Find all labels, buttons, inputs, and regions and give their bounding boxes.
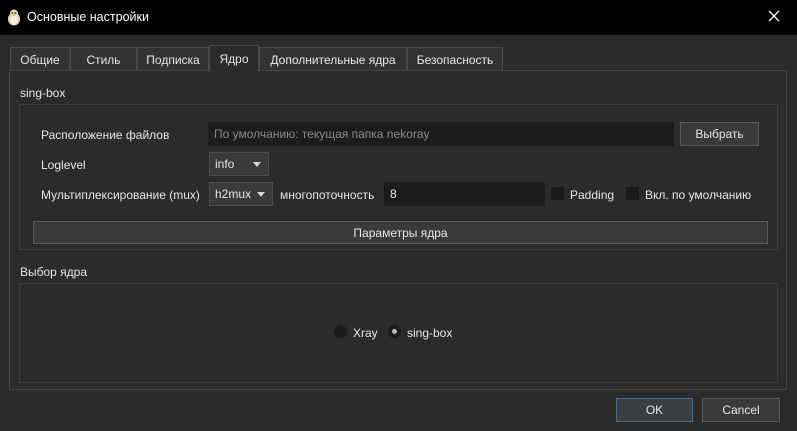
tab-security[interactable]: Безопасность — [407, 47, 503, 72]
singbox-radio[interactable] — [388, 325, 401, 338]
core-params-button[interactable]: Параметры ядра — [33, 221, 768, 244]
default-on-checkbox[interactable] — [626, 187, 639, 200]
core-select-group-title: Выбор ядра — [20, 265, 88, 279]
tab-general[interactable]: Общие — [10, 47, 70, 72]
title-bar: Основные настройки — [0, 0, 797, 35]
penguin-icon — [7, 9, 21, 26]
files-location-label: Расположение файлов — [41, 128, 170, 142]
tab-subscription[interactable]: Подписка — [137, 47, 209, 72]
browse-button[interactable]: Выбрать — [680, 122, 759, 146]
singbox-group-title: sing-box — [20, 86, 66, 100]
tab-style[interactable]: Стиль — [70, 47, 137, 72]
cancel-button[interactable]: Cancel — [702, 398, 780, 422]
mux-value: h2mux — [215, 187, 252, 201]
xray-radio[interactable] — [334, 325, 347, 338]
tab-core[interactable]: Ядро — [209, 45, 259, 72]
concurrency-label: многопоточность — [280, 188, 375, 202]
ok-button[interactable]: OK — [616, 398, 693, 422]
close-button[interactable] — [751, 0, 797, 35]
loglevel-select[interactable]: info — [209, 152, 269, 176]
singbox-group: Расположение файлов Выбрать Loglevel inf… — [19, 104, 778, 250]
window-title: Основные настройки — [27, 10, 149, 24]
tab-extra-cores[interactable]: Дополнительные ядра — [259, 47, 407, 72]
close-icon — [768, 10, 780, 25]
default-on-label: Вкл. по умолчанию — [645, 188, 752, 202]
core-select-group: Xray sing-box — [19, 283, 778, 383]
concurrency-input[interactable] — [384, 182, 545, 206]
mux-select[interactable]: h2mux — [209, 182, 273, 206]
loglevel-value: info — [215, 157, 235, 171]
chevron-down-icon — [253, 162, 261, 167]
loglevel-label: Loglevel — [41, 158, 86, 172]
mux-label: Мультиплексирование (mux) — [41, 188, 200, 202]
padding-label: Padding — [570, 188, 615, 202]
padding-checkbox[interactable] — [551, 187, 564, 200]
xray-label: Xray — [353, 326, 378, 340]
core-tab-panel: sing-box Расположение файлов Выбрать Log… — [9, 70, 787, 390]
chevron-down-icon — [257, 192, 265, 197]
singbox-label: sing-box — [407, 326, 453, 340]
files-location-input[interactable] — [208, 122, 674, 146]
